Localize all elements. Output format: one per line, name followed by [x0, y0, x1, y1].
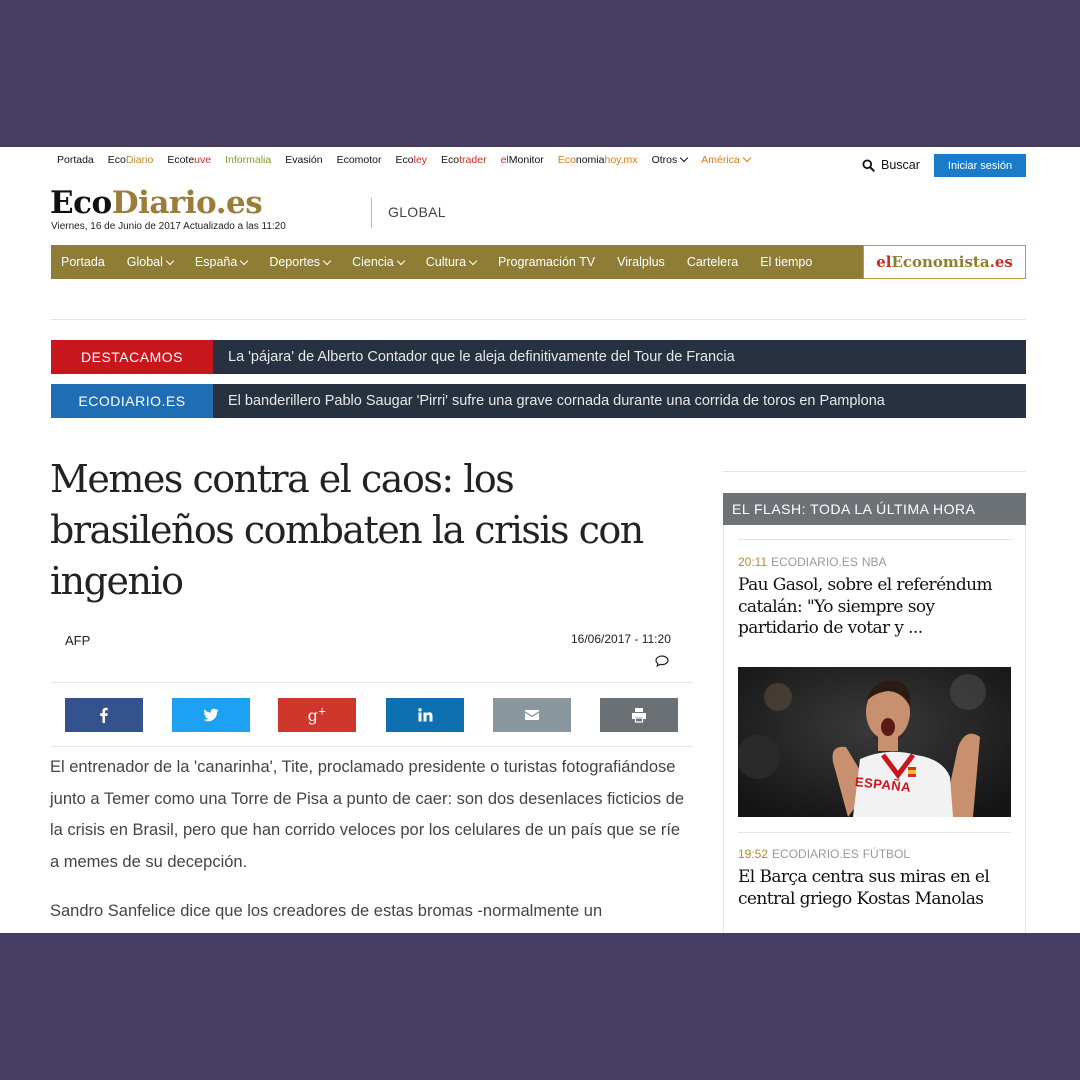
eleconomista-logo[interactable]: el Economista .es: [863, 245, 1026, 279]
divider: [51, 319, 1026, 320]
chevron-down-icon: [322, 256, 332, 266]
sidebar-title: EL FLASH: TODA LA ÚLTIMA HORA: [723, 493, 1026, 525]
nav-item-viralplus[interactable]: Viralplus: [606, 255, 676, 269]
comment-icon[interactable]: [655, 655, 669, 667]
print-icon: [632, 708, 646, 723]
page: Portada EcoDiario Ecoteuve Informalia Ev…: [0, 147, 1080, 933]
article-paragraph: Sandro Sanfelice dice que los creadores …: [50, 902, 603, 920]
divider: [51, 682, 692, 683]
nav-item-espana[interactable]: España: [184, 255, 258, 269]
chevron-down-icon: [679, 153, 689, 163]
network-link-ecodiario[interactable]: EcoDiario: [108, 154, 154, 166]
network-link-portada[interactable]: Portada: [57, 154, 94, 166]
share-linkedin-button[interactable]: [386, 698, 464, 732]
linkedin-icon: [418, 708, 433, 722]
sidebar-divider: [738, 539, 1011, 540]
network-menu-otros[interactable]: Otros: [652, 153, 689, 166]
flash-section[interactable]: FÚTBOL: [863, 847, 910, 861]
article-body: El entrenador de la 'canarinha', Tite, p…: [50, 752, 690, 933]
flash-section[interactable]: NBA: [862, 555, 887, 569]
nav-item-ciencia[interactable]: Ciencia: [341, 255, 415, 269]
eleconomista-name: Economista: [891, 253, 990, 271]
share-email-button[interactable]: [493, 698, 571, 732]
eleconomista-el: el: [876, 253, 892, 271]
flash-item-photo[interactable]: ESPAÑA: [738, 667, 1011, 817]
flash-source[interactable]: ECODIARIO.ES: [772, 847, 859, 861]
flash-time: 20:11: [738, 555, 768, 569]
logo-eco: Eco: [50, 185, 112, 221]
network-link-elmonitor[interactable]: elMonitor: [501, 154, 544, 166]
article-paragraph: El entrenador de la 'canarinha', Tite, p…: [50, 758, 685, 871]
network-link-economiahoy[interactable]: Economiahoy.mx: [558, 154, 638, 166]
article-headline: Memes contra el caos: los brasileños com…: [50, 457, 644, 603]
twitter-icon: [203, 708, 219, 722]
sidebar-divider: [723, 471, 1026, 472]
share-twitter-button[interactable]: [172, 698, 250, 732]
dateline: Viernes, 16 de Junio de 2017 Actualizado…: [51, 221, 286, 232]
ticker-ecodiario[interactable]: ECODIARIO.ES El banderillero Pablo Sauga…: [51, 384, 1026, 418]
section-label: GLOBAL: [388, 204, 446, 220]
chevron-down-icon: [742, 153, 751, 163]
site-logo[interactable]: EcoDiario.es: [50, 185, 263, 221]
share-googleplus-button[interactable]: g+: [278, 698, 356, 732]
eleconomista-tld: .es: [989, 253, 1013, 271]
chevron-down-icon: [468, 256, 478, 266]
network-link-ecoteuve[interactable]: Ecoteuve: [167, 154, 211, 166]
nav-item-portada[interactable]: Portada: [51, 255, 116, 269]
nav-item-global[interactable]: Global: [116, 255, 184, 269]
share-facebook-button[interactable]: [65, 698, 143, 732]
logo-diario: Diario: [111, 185, 217, 221]
nav-item-el-tiempo[interactable]: El tiempo: [749, 255, 823, 269]
flash-time: 19:52: [738, 847, 769, 861]
divider: [51, 746, 692, 747]
ticker-text[interactable]: La 'pájara' de Alberto Contador que le a…: [213, 349, 735, 365]
sidebar-divider: [738, 832, 1011, 833]
ticker-tag: DESTACAMOS: [51, 340, 213, 374]
network-menu-america[interactable]: América: [701, 153, 751, 166]
basketball-player-photo: [738, 667, 1011, 817]
print-button[interactable]: [600, 698, 678, 732]
network-link-evasion[interactable]: Evasión: [285, 154, 322, 166]
chevron-down-icon: [396, 256, 405, 266]
chevron-down-icon: [240, 256, 249, 266]
facebook-icon: [100, 707, 108, 723]
search-label: Buscar: [881, 158, 920, 172]
network-bar: Portada EcoDiario Ecoteuve Informalia Ev…: [57, 153, 764, 166]
ticker-tag: ECODIARIO.ES: [51, 384, 213, 418]
search-button[interactable]: Buscar: [862, 158, 920, 172]
search-icon: [862, 158, 875, 172]
flash-source[interactable]: ECODIARIO.ES: [771, 555, 858, 569]
googleplus-icon: g+: [307, 705, 327, 725]
header-divider: [371, 198, 372, 228]
logo-es: .es: [215, 185, 263, 221]
nav-item-deportes[interactable]: Deportes: [258, 255, 341, 269]
nav-item-cultura[interactable]: Cultura: [415, 255, 487, 269]
network-link-ecomotor[interactable]: Ecomotor: [337, 154, 382, 166]
ticker-destacamos[interactable]: DESTACAMOS La 'pájara' de Alberto Contad…: [51, 340, 1026, 374]
article-author: AFP: [65, 633, 91, 648]
article-date: 16/06/2017 - 11:20: [571, 632, 671, 646]
ticker-text[interactable]: El banderillero Pablo Saugar 'Pirri' suf…: [213, 393, 885, 409]
nav-item-cartelera[interactable]: Cartelera: [676, 255, 749, 269]
network-link-informalia[interactable]: Informalia: [225, 154, 271, 166]
nav-item-programacion-tv[interactable]: Programación TV: [487, 255, 606, 269]
flash-item-meta: 20:11 ECODIARIO.ES NBA: [738, 555, 887, 569]
network-link-ecoley[interactable]: Ecoley: [396, 154, 428, 166]
mail-icon: [525, 710, 539, 720]
flash-item-title[interactable]: Pau Gasol, sobre el referéndum catalán: …: [738, 575, 1010, 640]
login-button[interactable]: Iniciar sesión: [934, 154, 1026, 177]
network-link-ecotrader[interactable]: Ecotrader: [441, 154, 487, 166]
chevron-down-icon: [165, 256, 175, 266]
main-nav: Portada Global España Deportes Ciencia C…: [51, 245, 1026, 279]
flash-item-title[interactable]: El Barça centra sus miras en el central …: [738, 867, 1010, 910]
flash-item-meta: 19:52 ECODIARIO.ES FÚTBOL: [738, 847, 910, 861]
